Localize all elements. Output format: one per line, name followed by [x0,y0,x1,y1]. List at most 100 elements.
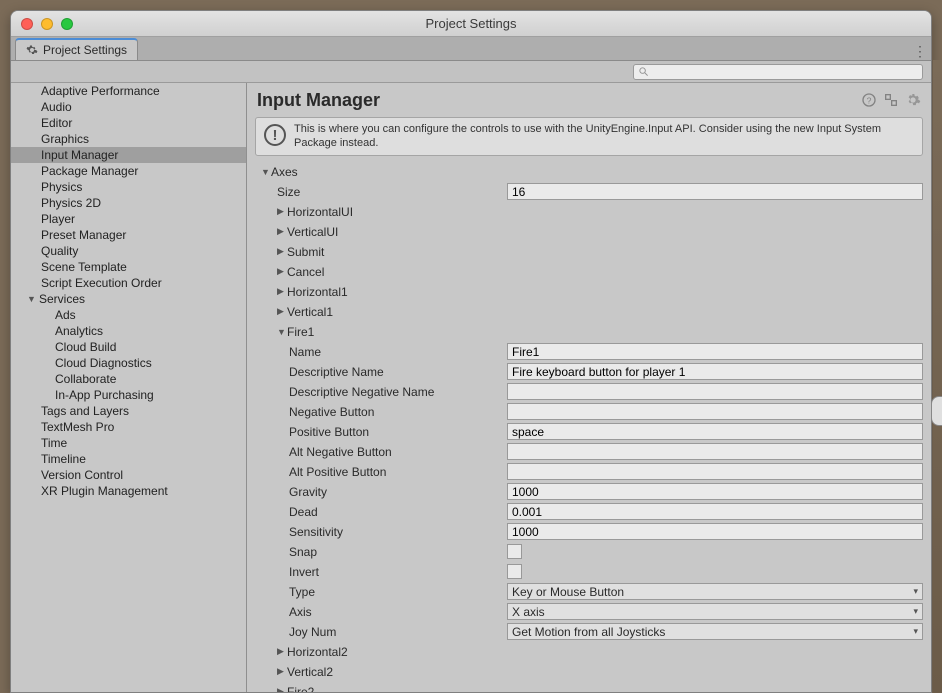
sidebar-item-tags-and-layers[interactable]: Tags and Layers [11,403,246,419]
property-label: Descriptive Name [255,365,507,379]
sidebar-item-xr-plugin-management[interactable]: XR Plugin Management [11,483,246,499]
sidebar-item-preset-manager[interactable]: Preset Manager [11,227,246,243]
sidebar-item-label: In-App Purchasing [55,388,154,402]
sidebar-item-label: Services [39,292,85,306]
property-row: Negative Button [255,402,923,422]
chevron-down-icon[interactable]: ▼ [277,327,287,337]
property-label: Snap [255,545,507,559]
chevron-right-icon[interactable]: ▶ [277,246,287,257]
close-icon[interactable] [21,18,33,30]
background-handle [931,396,942,426]
search-input[interactable] [633,64,923,80]
sidebar-item-timeline[interactable]: Timeline [11,451,246,467]
sidebar-item-cloud-diagnostics[interactable]: Cloud Diagnostics [11,355,246,371]
chevron-down-icon[interactable]: ▼ [27,294,37,304]
sidebar-item-quality[interactable]: Quality [11,243,246,259]
property-label: Alt Positive Button [255,465,507,479]
chevron-right-icon[interactable]: ▶ [277,206,287,217]
minimize-icon[interactable] [41,18,53,30]
property-label: Invert [255,565,507,579]
chevron-right-icon[interactable]: ▶ [277,686,287,692]
sidebar-item-editor[interactable]: Editor [11,115,246,131]
property-row: ▶Vertical2 [255,662,923,682]
snap-field[interactable] [507,544,522,559]
sidebar-item-collaborate[interactable]: Collaborate [11,371,246,387]
property-row: ▶VerticalUI [255,222,923,242]
tab-project-settings[interactable]: Project Settings [15,38,138,60]
sidebar-item-audio[interactable]: Audio [11,99,246,115]
sidebar-item-player[interactable]: Player [11,211,246,227]
name-field[interactable] [507,343,923,360]
sidebar-item-script-execution-order[interactable]: Script Execution Order [11,275,246,291]
joy-num-field[interactable]: Get Motion from all Joysticks▾ [507,623,923,640]
chevron-right-icon[interactable]: ▶ [277,226,287,237]
property-label: Axis [255,605,507,619]
sidebar-item-textmesh-pro[interactable]: TextMesh Pro [11,419,246,435]
descriptive-name-field[interactable] [507,363,923,380]
help-icon[interactable]: ? [861,92,877,108]
chevron-down-icon[interactable]: ▼ [261,167,271,177]
dead-field[interactable] [507,503,923,520]
sidebar-item-label: Adaptive Performance [41,84,160,98]
titlebar: Project Settings [11,11,931,37]
chevron-right-icon[interactable]: ▶ [277,666,287,677]
alt-positive-button-field[interactable] [507,463,923,480]
property-row: Dead [255,502,923,522]
sidebar-item-label: Graphics [41,132,89,146]
sidebar-item-time[interactable]: Time [11,435,246,451]
sidebar-item-scene-template[interactable]: Scene Template [11,259,246,275]
chevron-down-icon: ▾ [913,606,918,617]
main-panel: Input Manager ? ! This is where you can … [247,83,931,692]
sidebar-item-physics[interactable]: Physics [11,179,246,195]
property-label: ▼Axes [255,165,507,179]
property-label: ▶VerticalUI [255,225,507,239]
axis-field[interactable]: X axis▾ [507,603,923,620]
descriptive-negative-name-field[interactable] [507,383,923,400]
sidebar-item-label: Player [41,212,75,226]
negative-button-field[interactable] [507,403,923,420]
tab-menu-icon[interactable]: ⋮ [909,43,931,60]
property-label: Name [255,345,507,359]
property-row: Gravity [255,482,923,502]
sidebar-item-version-control[interactable]: Version Control [11,467,246,483]
settings-icon[interactable] [905,92,921,108]
chevron-right-icon[interactable]: ▶ [277,286,287,297]
sidebar-item-physics-2d[interactable]: Physics 2D [11,195,246,211]
maximize-icon[interactable] [61,18,73,30]
invert-field[interactable] [507,564,522,579]
sidebar-item-graphics[interactable]: Graphics [11,131,246,147]
sidebar-item-input-manager[interactable]: Input Manager [11,147,246,163]
type-field[interactable]: Key or Mouse Button▾ [507,583,923,600]
background-strip [933,60,942,693]
property-label: ▶Horizontal2 [255,645,507,659]
alt-negative-button-field[interactable] [507,443,923,460]
search-field[interactable] [653,66,918,78]
property-row: TypeKey or Mouse Button▾ [255,582,923,602]
property-label: ▶HorizontalUI [255,205,507,219]
preset-icon[interactable] [883,92,899,108]
sidebar[interactable]: Adaptive PerformanceAudioEditorGraphicsI… [11,83,247,692]
sidebar-item-services[interactable]: ▼Services [11,291,246,307]
sidebar-item-ads[interactable]: Ads [11,307,246,323]
property-label: Sensitivity [255,525,507,539]
size-input[interactable] [507,183,923,200]
chevron-right-icon[interactable]: ▶ [277,646,287,657]
sensitivity-field[interactable] [507,523,923,540]
chevron-right-icon[interactable]: ▶ [277,306,287,317]
gravity-field[interactable] [507,483,923,500]
sidebar-item-label: Analytics [55,324,103,338]
chevron-right-icon[interactable]: ▶ [277,266,287,277]
property-label: Alt Negative Button [255,445,507,459]
property-label: ▼Fire1 [255,325,507,339]
property-row: ▶Vertical1 [255,302,923,322]
sidebar-item-package-manager[interactable]: Package Manager [11,163,246,179]
sidebar-item-in-app-purchasing[interactable]: In-App Purchasing [11,387,246,403]
positive-button-field[interactable] [507,423,923,440]
inspector-scroll[interactable]: ▼AxesSize▶HorizontalUI▶VerticalUI▶Submit… [247,162,931,692]
sidebar-item-label: Version Control [41,468,123,482]
sidebar-item-analytics[interactable]: Analytics [11,323,246,339]
sidebar-item-adaptive-performance[interactable]: Adaptive Performance [11,83,246,99]
sidebar-item-label: Time [41,436,67,450]
property-label: Gravity [255,485,507,499]
sidebar-item-cloud-build[interactable]: Cloud Build [11,339,246,355]
